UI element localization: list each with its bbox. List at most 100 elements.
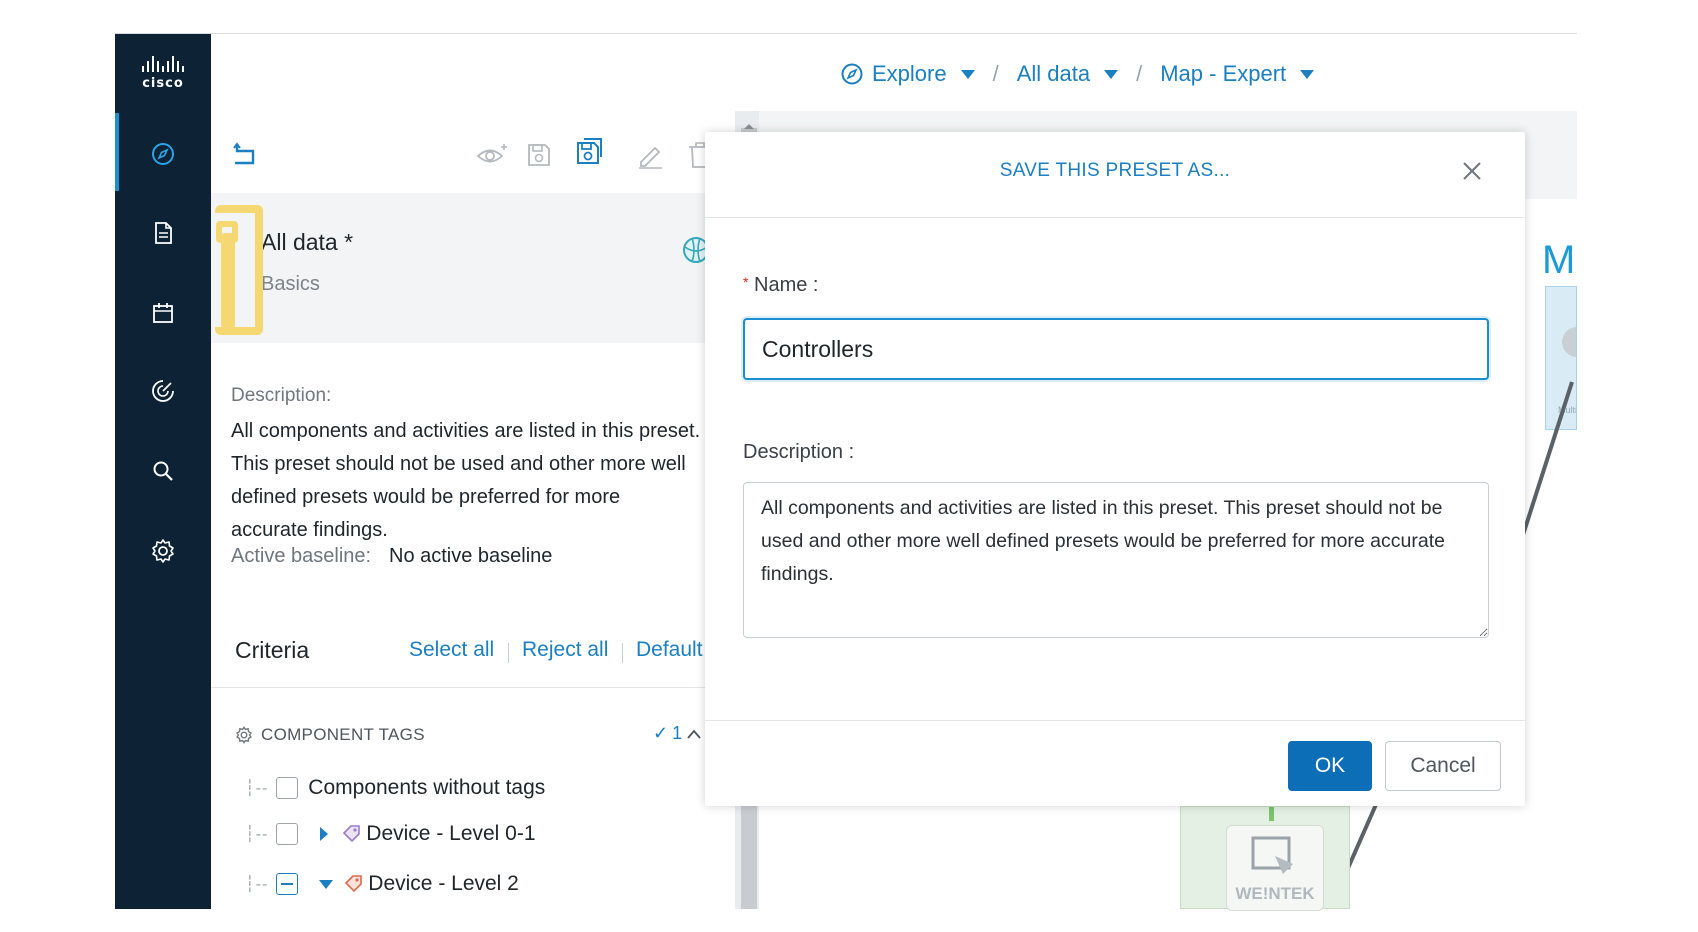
save-as-button[interactable]	[575, 137, 605, 172]
caret-right-icon[interactable]	[318, 826, 330, 842]
chevron-down-icon	[1300, 69, 1315, 79]
component-tags-label: COMPONENT TAGS	[261, 725, 425, 744]
top-border	[115, 33, 1577, 34]
panel-toolbar	[211, 111, 735, 193]
breadcrumb-explore[interactable]: Explore	[840, 61, 975, 87]
highlight-marker-head	[216, 221, 238, 243]
logo-bars-icon	[142, 55, 184, 72]
radar-icon	[152, 380, 174, 402]
logo-text: cisco	[142, 75, 184, 91]
map-connection-line	[1520, 381, 1574, 539]
breadcrumb-separator: /	[992, 61, 999, 86]
eye-plus-icon	[476, 144, 507, 163]
sidebar-item-settings[interactable]	[115, 531, 211, 571]
tree-connector: ┆--	[245, 826, 269, 843]
breadcrumb-all-data-label: All data	[1016, 61, 1091, 86]
active-baseline-label: Active baseline:	[231, 545, 372, 567]
link-divider	[508, 643, 509, 663]
dialog-header-divider	[705, 217, 1525, 218]
tag-icon	[343, 825, 361, 843]
breadcrumb-all-data[interactable]: All data	[1016, 61, 1119, 87]
breadcrumb-map[interactable]: Map - Expert	[1160, 61, 1315, 87]
app-sidebar: cisco	[115, 33, 211, 909]
tree-item-label: Device - Level 0-1	[366, 822, 536, 845]
breadcrumb-separator: /	[1136, 61, 1143, 86]
sidebar-item-reports[interactable]	[115, 213, 211, 253]
description-field-label: Description :	[743, 441, 855, 463]
view-button[interactable]	[476, 141, 510, 174]
reject-all-link[interactable]: Reject all	[522, 638, 608, 662]
tree-connector: ┆--	[245, 780, 269, 797]
preset-subtitle: Basics	[261, 273, 320, 295]
breadcrumb-map-label: Map - Expert	[1160, 61, 1287, 86]
default-link[interactable]: Default	[636, 638, 703, 662]
description-label: Description:	[231, 385, 332, 406]
calendar-icon	[153, 303, 173, 323]
map-device-caption: WE!NTEK	[1235, 884, 1315, 903]
component-tags-count[interactable]: ✓ 1	[653, 723, 702, 744]
save-button[interactable]	[526, 142, 552, 173]
preset-header: All data * Basics	[211, 193, 735, 343]
chevron-up-icon	[687, 729, 701, 739]
map-node-icon	[1562, 327, 1576, 357]
save-icon	[528, 144, 550, 166]
tree-item[interactable]: ┆-- Device - Level 2	[245, 872, 519, 896]
close-button[interactable]	[1457, 156, 1487, 186]
tree-checkbox[interactable]	[276, 777, 299, 799]
chevron-down-icon	[960, 69, 975, 79]
sidebar-item-monitor[interactable]	[115, 371, 211, 411]
preset-description-textarea[interactable]: All components and activities are listed…	[743, 482, 1489, 638]
tree-item-label: Device - Level 2	[368, 872, 519, 895]
pencil-icon	[639, 146, 662, 169]
search-icon	[153, 461, 173, 481]
name-label: * Name :	[743, 274, 818, 297]
link-divider	[622, 643, 623, 663]
criteria-heading: Criteria	[235, 637, 310, 663]
preset-title: All data *	[261, 229, 354, 255]
preset-description: All components and activities are listed…	[231, 420, 701, 541]
breadcrumb-explore-label: Explore	[872, 61, 947, 86]
map-device-node[interactable]: WE!NTEK	[1226, 825, 1324, 911]
cisco-logo[interactable]: cisco	[115, 33, 211, 113]
map-device-zone[interactable]: WE!NTEK	[1180, 806, 1350, 911]
tree-item[interactable]: ┆-- Device - Level 0-1	[245, 822, 536, 846]
compass-icon	[841, 63, 863, 85]
ok-button[interactable]: OK	[1288, 741, 1372, 791]
breadcrumb: Explore / All data / Map - Expert	[840, 56, 1315, 92]
tag-icon	[345, 875, 363, 893]
required-mark: *	[743, 274, 749, 290]
back-button[interactable]	[231, 141, 257, 172]
highlight-marker	[221, 233, 235, 329]
select-all-link[interactable]: Select all	[409, 638, 494, 662]
caret-down-icon[interactable]	[318, 878, 334, 890]
active-baseline-value: No active baseline	[389, 545, 553, 567]
sidebar-item-events[interactable]	[115, 293, 211, 333]
save-as-icon	[577, 138, 602, 164]
tree-item[interactable]: ┆-- Components without tags	[245, 776, 545, 800]
preset-name-input[interactable]	[743, 318, 1489, 380]
scroll-up-arrow[interactable]	[741, 118, 757, 129]
close-icon	[1463, 162, 1481, 180]
return-icon	[233, 142, 255, 165]
sidebar-item-search[interactable]	[115, 451, 211, 491]
component-tags-count-value: 1	[672, 723, 683, 743]
save-preset-dialog: SAVE THIS PRESET AS... * Name : Descript…	[705, 132, 1525, 806]
tree-checkbox-partial[interactable]	[276, 873, 299, 895]
edit-button[interactable]	[636, 141, 664, 174]
map-link-marker	[1269, 807, 1274, 821]
document-icon	[155, 222, 172, 244]
sidebar-item-explore[interactable]	[115, 134, 211, 174]
check-icon: ✓	[653, 723, 669, 743]
chevron-down-icon	[1104, 69, 1119, 79]
component-tags-header[interactable]: COMPONENT TAGS	[235, 725, 425, 745]
gear-icon	[236, 726, 252, 744]
chevron-up-icon	[744, 124, 754, 129]
hmi-device-icon	[1251, 836, 1293, 874]
compass-icon	[152, 143, 174, 165]
tree-connector: ┆--	[245, 876, 269, 893]
tree-checkbox[interactable]	[276, 823, 299, 845]
dialog-footer-divider	[705, 720, 1525, 721]
cancel-button[interactable]: Cancel	[1385, 741, 1501, 791]
tree-item-label: Components without tags	[308, 776, 546, 799]
criteria-divider	[211, 687, 735, 688]
